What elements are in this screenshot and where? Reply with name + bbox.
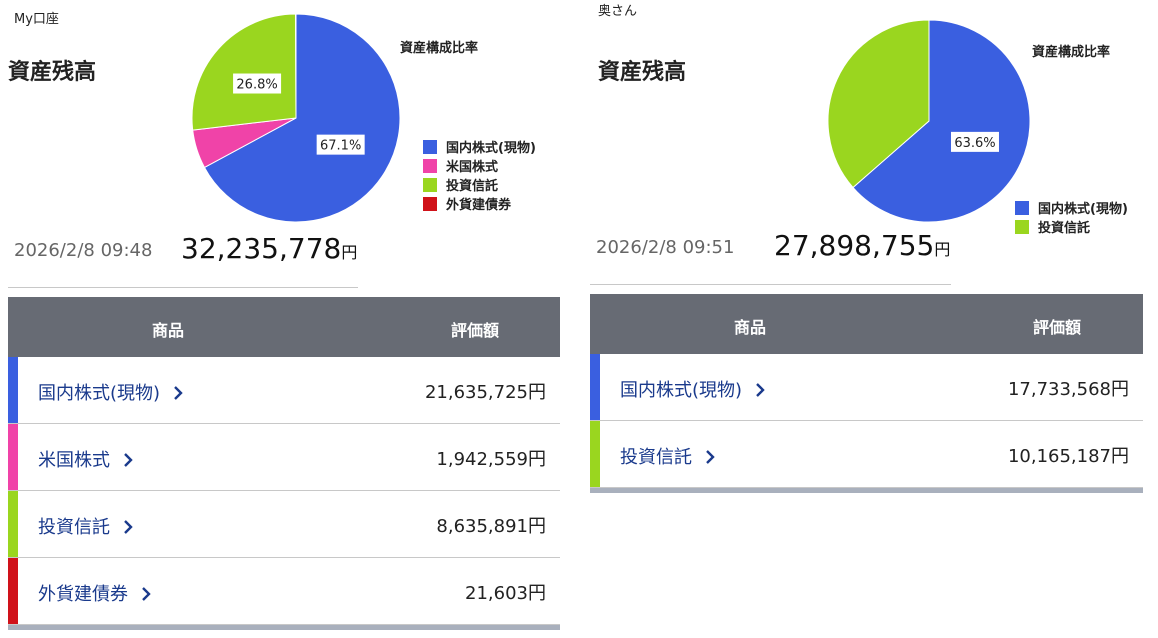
table-row: 投資信託 8,635,891円: [8, 491, 560, 558]
table-row: 外貨建債券 21,603円: [8, 558, 560, 625]
total-yen: 円: [934, 240, 951, 259]
divider: [590, 284, 951, 285]
ratio-title: 資産構成比率: [1032, 45, 1111, 60]
legend-item: 投資信託: [1015, 217, 1128, 236]
table-row: 国内株式(現物) 21,635,725円: [8, 357, 560, 424]
pie-slice-2: [191, 13, 297, 131]
data-label-text: 63.6%: [954, 136, 995, 151]
legend-label: 米国株式: [446, 160, 499, 175]
chevron-right-icon: [142, 587, 151, 601]
valuation-amount: 21,603円: [465, 583, 546, 604]
product-name: 国内株式(現物): [620, 380, 743, 401]
legend-label: 投資信託: [446, 179, 499, 194]
legend-swatch: [423, 177, 437, 192]
product-name: 投資信託: [38, 517, 110, 538]
data-label-text: 67.1%: [320, 139, 361, 154]
valuation-amount: 17,733,568円: [1007, 379, 1129, 400]
valuation-amount: 10,165,187円: [1007, 446, 1129, 467]
table-header: 商品 評価額: [8, 297, 560, 357]
updated-datetime: 2026/2/8 09:48: [14, 240, 153, 261]
col-value: 評価額: [451, 321, 500, 340]
product-name: 国内株式(現物): [38, 383, 161, 404]
valuation-amount: 21,635,725円: [424, 382, 546, 403]
chevron-right-icon: [124, 520, 133, 534]
legend-item: 外貨建債券: [423, 194, 536, 213]
total-amount: 32,235,778: [181, 232, 342, 265]
total-balance: 32,235,778円: [181, 232, 357, 265]
product-name: 外貨建債券: [38, 584, 128, 605]
account-panel-my: My口座 資産残高 67.1% 26.8% 資産構成比率 国内株式(現物) 米国株式…: [0, 0, 570, 638]
col-product: 商品: [152, 321, 185, 340]
table-row: 国内株式(現物) 17,733,568円: [590, 354, 1143, 421]
table-body: 国内株式(現物) 17,733,568円投資信託 10,165,187円: [590, 354, 1143, 488]
pie-data-label: 67.1%: [316, 134, 365, 155]
product-link[interactable]: 国内株式(現物): [620, 376, 770, 402]
legend-label: 投資信託: [1038, 221, 1091, 236]
pie-data-label: 26.8%: [233, 73, 282, 94]
table-body: 国内株式(現物) 21,635,725円米国株式 1,942,559円投資信託 8,6…: [8, 357, 560, 625]
chevron-right-icon: [174, 386, 183, 400]
valuation-amount: 8,635,891円: [436, 516, 546, 537]
col-value: 評価額: [1033, 318, 1082, 337]
asset-composition-pie-chart: 67.1% 26.8%: [191, 13, 401, 223]
total-balance: 27,898,755円: [774, 229, 950, 262]
holdings-table: 商品 評価額 国内株式(現物) 17,733,568円投資信託 10,165,187…: [590, 294, 1143, 493]
product-link[interactable]: 国内株式(現物): [38, 379, 188, 405]
table-footer: [8, 625, 560, 630]
ratio-title: 資産構成比率: [400, 41, 479, 56]
data-label-text: 26.8%: [236, 78, 277, 93]
legend-label: 国内株式(現物): [446, 141, 536, 156]
asset-balance-heading: 資産残高: [8, 60, 97, 85]
chevron-right-icon: [124, 453, 133, 467]
legend-swatch: [423, 158, 437, 173]
table-header: 商品 評価額: [590, 294, 1143, 354]
legend-swatch: [1015, 219, 1029, 234]
asset-composition-pie-chart: 63.6%: [827, 19, 1031, 223]
pie-legend: 国内株式(現物) 米国株式投資信託外貨建債券: [423, 137, 536, 213]
col-product: 商品: [734, 318, 767, 337]
asset-balance-heading: 資産残高: [598, 60, 687, 85]
product-link[interactable]: 米国株式: [38, 446, 138, 472]
category-color-bar: [590, 354, 600, 420]
legend-item: 米国株式: [423, 156, 536, 175]
category-color-bar: [8, 357, 18, 423]
category-color-bar: [590, 421, 600, 487]
account-name: 奥さん: [598, 4, 638, 19]
legend-item: 国内株式(現物): [423, 137, 536, 156]
legend-swatch: [423, 139, 437, 154]
account-panel-wife: 奥さん 資産残高 63.6% 資産構成比率 国内株式(現物) 投資信託 2026/…: [590, 0, 1158, 638]
product-name: 米国株式: [38, 450, 110, 471]
pie-data-label: 63.6%: [950, 131, 999, 152]
valuation-amount: 1,942,559円: [436, 449, 546, 470]
account-name: My口座: [14, 12, 59, 27]
category-color-bar: [8, 558, 18, 624]
total-yen: 円: [341, 243, 358, 262]
table-footer: [590, 488, 1143, 493]
product-link[interactable]: 投資信託: [38, 513, 138, 539]
legend-label: 外貨建債券: [446, 198, 512, 213]
legend-swatch: [423, 196, 437, 211]
updated-datetime: 2026/2/8 09:51: [596, 237, 735, 258]
category-color-bar: [8, 491, 18, 557]
divider: [8, 287, 358, 288]
legend-label: 国内株式(現物): [1038, 202, 1128, 217]
legend-item: 投資信託: [423, 175, 536, 194]
product-link[interactable]: 投資信託: [620, 443, 720, 469]
product-name: 投資信託: [620, 447, 692, 468]
category-color-bar: [8, 424, 18, 490]
legend-swatch: [1015, 200, 1029, 215]
chevron-right-icon: [756, 383, 765, 397]
product-link[interactable]: 外貨建債券: [38, 580, 156, 606]
chevron-right-icon: [706, 450, 715, 464]
pie-legend: 国内株式(現物) 投資信託: [1015, 198, 1128, 236]
holdings-table: 商品 評価額 国内株式(現物) 21,635,725円米国株式 1,942,559円…: [8, 297, 560, 630]
table-row: 投資信託 10,165,187円: [590, 421, 1143, 488]
legend-item: 国内株式(現物): [1015, 198, 1128, 217]
total-amount: 27,898,755: [774, 229, 935, 262]
table-row: 米国株式 1,942,559円: [8, 424, 560, 491]
